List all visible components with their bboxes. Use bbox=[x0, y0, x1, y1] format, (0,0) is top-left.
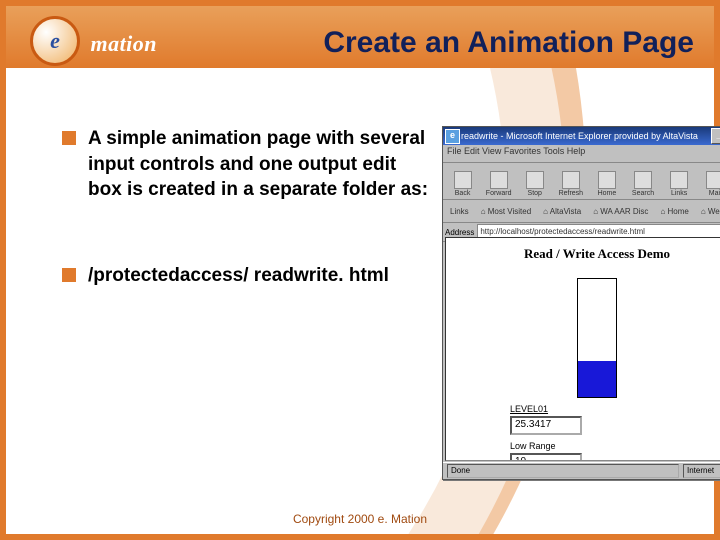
bullet-icon bbox=[62, 268, 76, 282]
list-item: A simple animation page with several inp… bbox=[62, 126, 432, 203]
search-button[interactable]: Search bbox=[625, 165, 660, 197]
status-left: Done bbox=[447, 464, 679, 478]
toolbar: Back Forward Stop Refresh Home Search Li… bbox=[443, 163, 720, 200]
level-bargraph bbox=[577, 278, 617, 398]
window-titlebar[interactable]: e readwrite - Microsoft Internet Explore… bbox=[443, 127, 720, 145]
menu-bar[interactable]: File Edit View Favorites Tools Help bbox=[443, 145, 720, 163]
lowrange-input[interactable]: 10 bbox=[510, 453, 582, 461]
slide-title: Create an Animation Page bbox=[323, 26, 694, 60]
address-label: Address bbox=[445, 228, 474, 237]
window-title: readwrite - Microsoft Internet Explorer … bbox=[461, 131, 711, 141]
level-output: 25.3417 bbox=[510, 416, 582, 435]
bullet-icon bbox=[62, 131, 76, 145]
mail-button[interactable]: Mail bbox=[698, 165, 720, 197]
bullet-list: A simple animation page with several inp… bbox=[6, 126, 442, 494]
browser-window: e readwrite - Microsoft Internet Explore… bbox=[442, 126, 720, 480]
links-label: Links bbox=[447, 206, 472, 217]
link-item[interactable]: ⌂ WA AAR Disc bbox=[590, 206, 651, 217]
stop-icon bbox=[526, 171, 544, 189]
link-item[interactable]: ⌂ Home bbox=[657, 206, 691, 217]
page-content: Read / Write Access Demo LEVEL01 25.3417… bbox=[445, 237, 720, 461]
status-bar: Done Internet bbox=[443, 462, 720, 479]
home-icon bbox=[598, 171, 616, 189]
links-button[interactable]: Links bbox=[662, 165, 697, 197]
bullet-text: /protectedaccess/ readwrite. html bbox=[88, 263, 389, 289]
copyright-footer: Copyright 2000 e. Mation bbox=[6, 512, 714, 526]
level-label: LEVEL01 bbox=[510, 404, 720, 414]
demo-heading: Read / Write Access Demo bbox=[446, 246, 720, 262]
links-icon bbox=[670, 171, 688, 189]
forward-icon bbox=[490, 171, 508, 189]
link-item[interactable]: ⌂ Most Visited bbox=[478, 206, 534, 217]
forward-button[interactable]: Forward bbox=[481, 165, 516, 197]
refresh-button[interactable]: Refresh bbox=[553, 165, 588, 197]
bargraph-fill bbox=[578, 361, 616, 397]
back-icon bbox=[454, 171, 472, 189]
home-button[interactable]: Home bbox=[589, 165, 624, 197]
minimize-button[interactable]: _ bbox=[711, 128, 720, 144]
mail-icon bbox=[706, 171, 720, 189]
lowrange-label: Low Range bbox=[510, 441, 720, 451]
link-item[interactable]: ⌂ AltaVista bbox=[540, 206, 584, 217]
links-bar[interactable]: Links ⌂ Most Visited ⌂ AltaVista ⌂ WA AA… bbox=[443, 200, 720, 223]
bullet-text: A simple animation page with several inp… bbox=[88, 126, 432, 203]
status-right: Internet bbox=[683, 464, 720, 478]
list-item: /protectedaccess/ readwrite. html bbox=[62, 263, 432, 289]
ie-icon: e bbox=[445, 129, 460, 144]
link-item[interactable]: ⌂ Webgate bbox=[698, 206, 720, 217]
brand-logo: e mation bbox=[30, 16, 157, 66]
brand-badge-icon: e bbox=[30, 16, 80, 66]
refresh-icon bbox=[562, 171, 580, 189]
search-icon bbox=[634, 171, 652, 189]
brand-name: mation bbox=[90, 31, 157, 57]
back-button[interactable]: Back bbox=[445, 165, 480, 197]
stop-button[interactable]: Stop bbox=[517, 165, 552, 197]
